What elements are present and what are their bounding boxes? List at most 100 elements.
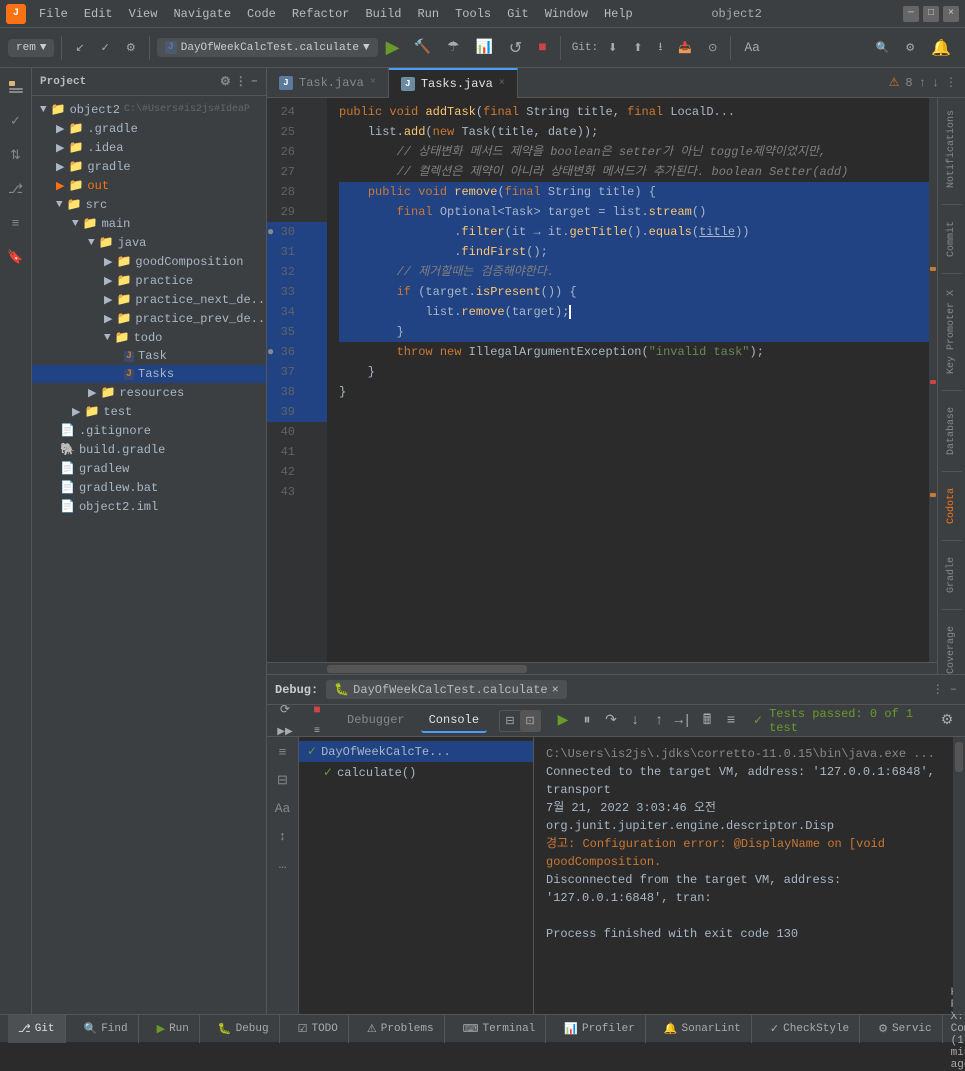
tree-item-gradlew-bat[interactable]: 📄 gradlew.bat <box>32 478 266 497</box>
debug-stop-btn[interactable]: ■ <box>307 700 327 720</box>
down-nav-icon[interactable]: ↓ <box>932 76 939 90</box>
debug-side-btn-1[interactable]: ≡ <box>272 741 294 763</box>
key-promoter-panel-icon[interactable]: Key Promoter X <box>944 286 959 378</box>
debug-scrollbar[interactable] <box>953 737 965 1014</box>
vcs-update-btn[interactable]: ↙ <box>69 38 90 58</box>
debug-step-out-btn[interactable]: ↑ <box>649 711 669 731</box>
tree-item-build-gradle[interactable]: 🐘 build.gradle <box>32 440 266 459</box>
tab-console[interactable]: Console <box>421 709 487 733</box>
status-tab-problems[interactable]: ⚠ Problems <box>357 1015 445 1043</box>
structure-icon[interactable]: ≡ <box>5 212 27 234</box>
menu-code[interactable]: Code <box>240 5 283 23</box>
tab-tasks-java[interactable]: J Tasks.java × <box>389 68 518 98</box>
menu-build[interactable]: Build <box>358 5 408 23</box>
git-pull-btn[interactable]: ⭳ <box>653 35 669 60</box>
debug-pause-btn[interactable]: ⏸ <box>577 711 597 731</box>
debug-tree-calculate[interactable]: ✓ calculate() <box>299 762 533 783</box>
up-nav-icon[interactable]: ↑ <box>919 76 926 90</box>
git-icon[interactable]: ⎇ <box>5 178 27 200</box>
debug-side-btn-5[interactable]: … <box>272 853 294 875</box>
tree-item-java[interactable]: ▼ 📁 java <box>32 233 266 252</box>
coverage-button[interactable]: ☂ <box>441 36 466 59</box>
status-tab-git[interactable]: ⎇ Git <box>8 1015 66 1043</box>
reload-button[interactable]: ↺ <box>503 35 528 61</box>
tree-item-gitignore[interactable]: 📄 .gitignore <box>32 421 266 440</box>
debug-side-btn-3[interactable]: Aa <box>272 797 294 819</box>
menu-file[interactable]: File <box>32 5 75 23</box>
tab-task-close[interactable]: × <box>370 77 376 88</box>
search-everywhere-button[interactable]: 🔍 <box>870 38 896 58</box>
debug-side-btn-2[interactable]: ⊟ <box>272 769 294 791</box>
tab-tasks-close[interactable]: × <box>499 78 505 89</box>
menu-view[interactable]: View <box>122 5 165 23</box>
run-config-selector[interactable]: J DayOfWeekCalcTest.calculate ▼ <box>157 38 378 57</box>
debug-scroll-thumb[interactable] <box>955 742 963 772</box>
coverage-panel-icon[interactable]: Coverage <box>944 622 959 674</box>
commit-panel-icon[interactable]: ✓ <box>5 110 27 132</box>
project-panel-icon[interactable] <box>5 76 27 98</box>
menu-help[interactable]: Help <box>597 5 640 23</box>
git-history-btn[interactable]: ⊙ <box>702 38 723 58</box>
status-tab-run[interactable]: ▶ Run <box>147 1015 200 1043</box>
menu-tools[interactable]: Tools <box>448 5 498 23</box>
debug-view-btn-1[interactable]: ⊟ <box>500 711 520 731</box>
tree-item-practice-next[interactable]: ▶ 📁 practice_next_de... <box>32 290 266 309</box>
tree-item-good-composition[interactable]: ▶ 📁 goodComposition <box>32 252 266 271</box>
translate-button[interactable]: Aa <box>738 37 766 58</box>
profile-button[interactable]: 📊 <box>469 36 498 59</box>
tree-item-task[interactable]: J Task <box>32 347 266 365</box>
stop-button[interactable]: ■ <box>532 37 552 59</box>
tree-item-src[interactable]: ▼ 📁 src <box>32 195 266 214</box>
settings-button[interactable]: ⚙ <box>899 38 921 58</box>
status-tab-todo[interactable]: ☑ TODO <box>288 1015 349 1043</box>
codota-panel-icon[interactable]: Codota <box>944 484 959 528</box>
tree-item-test[interactable]: ▶ 📁 test <box>32 402 266 421</box>
menu-edit[interactable]: Edit <box>77 5 120 23</box>
git-fetch-btn[interactable]: ⬇ <box>602 38 623 58</box>
tree-item-gradlew[interactable]: 📄 gradlew <box>32 459 266 478</box>
tab-debugger[interactable]: Debugger <box>339 709 413 733</box>
git-stash-btn[interactable]: 📥 <box>672 38 698 58</box>
tree-item-gradle-hidden[interactable]: ▶ 📁 .gradle <box>32 119 266 138</box>
debug-file-selector[interactable]: 🐛 DayOfWeekCalcTest.calculate × <box>326 680 567 699</box>
status-tab-terminal[interactable]: ⌨ Terminal <box>453 1015 547 1043</box>
status-tab-sonarlint[interactable]: 🔔 SonarLint <box>654 1015 752 1043</box>
debug-view-btn-2[interactable]: ⊡ <box>520 711 540 731</box>
menu-window[interactable]: Window <box>538 5 595 23</box>
pull-requests-icon[interactable]: ⇅ <box>5 144 27 166</box>
status-tab-debug[interactable]: 🐛 Debug <box>208 1015 280 1043</box>
tab-bar-overflow[interactable]: ⋮ <box>945 75 957 90</box>
tree-root[interactable]: ▼ 📁 object2 C:\#Users#is2js#IdeaP <box>32 100 266 119</box>
status-tab-find[interactable]: 🔍 Find <box>74 1015 139 1043</box>
panel-gear-icon[interactable]: ⋮ <box>235 74 247 89</box>
close-button[interactable]: × <box>943 6 959 22</box>
menu-refactor[interactable]: Refactor <box>285 5 357 23</box>
git-push-btn[interactable]: ⬆ <box>627 38 648 58</box>
vcs-commit-btn[interactable]: ✓ <box>95 38 116 58</box>
debug-step-over-btn[interactable]: ↷ <box>601 711 621 731</box>
panel-minimize-icon[interactable]: – <box>950 682 957 697</box>
debug-more-actions-btn[interactable]: ≡ <box>721 711 741 731</box>
debug-step-into-btn[interactable]: ↓ <box>625 711 645 731</box>
tree-item-tasks[interactable]: J Tasks <box>32 365 266 383</box>
menu-git[interactable]: Git <box>500 5 536 23</box>
status-tab-profiler[interactable]: 📊 Profiler <box>554 1015 646 1043</box>
debug-restart-btn[interactable]: ⟳ <box>275 700 295 720</box>
status-tab-servic[interactable]: ⚙ Servic <box>868 1015 942 1043</box>
debug-resume-btn[interactable]: ▶ <box>553 711 573 731</box>
notifications-button[interactable]: 🔔 <box>925 35 957 61</box>
commit-panel-side-icon[interactable]: Commit <box>944 217 959 261</box>
menu-navigate[interactable]: Navigate <box>166 5 238 23</box>
tree-item-iml[interactable]: 📄 object2.iml <box>32 497 266 516</box>
database-panel-icon[interactable]: Database <box>944 403 959 459</box>
debug-evaluate-btn[interactable]: 🖩 <box>697 711 717 731</box>
branch-selector[interactable]: rem ▼ <box>8 39 54 57</box>
debug-settings-btn[interactable]: ⚙ <box>937 711 957 731</box>
tab-task-java[interactable]: J Task.java × <box>267 68 389 98</box>
gradle-panel-icon[interactable]: Gradle <box>944 553 959 597</box>
tree-item-practice[interactable]: ▶ 📁 practice <box>32 271 266 290</box>
tree-item-practice-prev[interactable]: ▶ 📁 practice_prev_de... <box>32 309 266 328</box>
debug-run-cursor-btn[interactable]: →| <box>673 711 693 731</box>
maximize-button[interactable]: □ <box>923 6 939 22</box>
build-button[interactable]: 🔨 <box>407 36 436 59</box>
